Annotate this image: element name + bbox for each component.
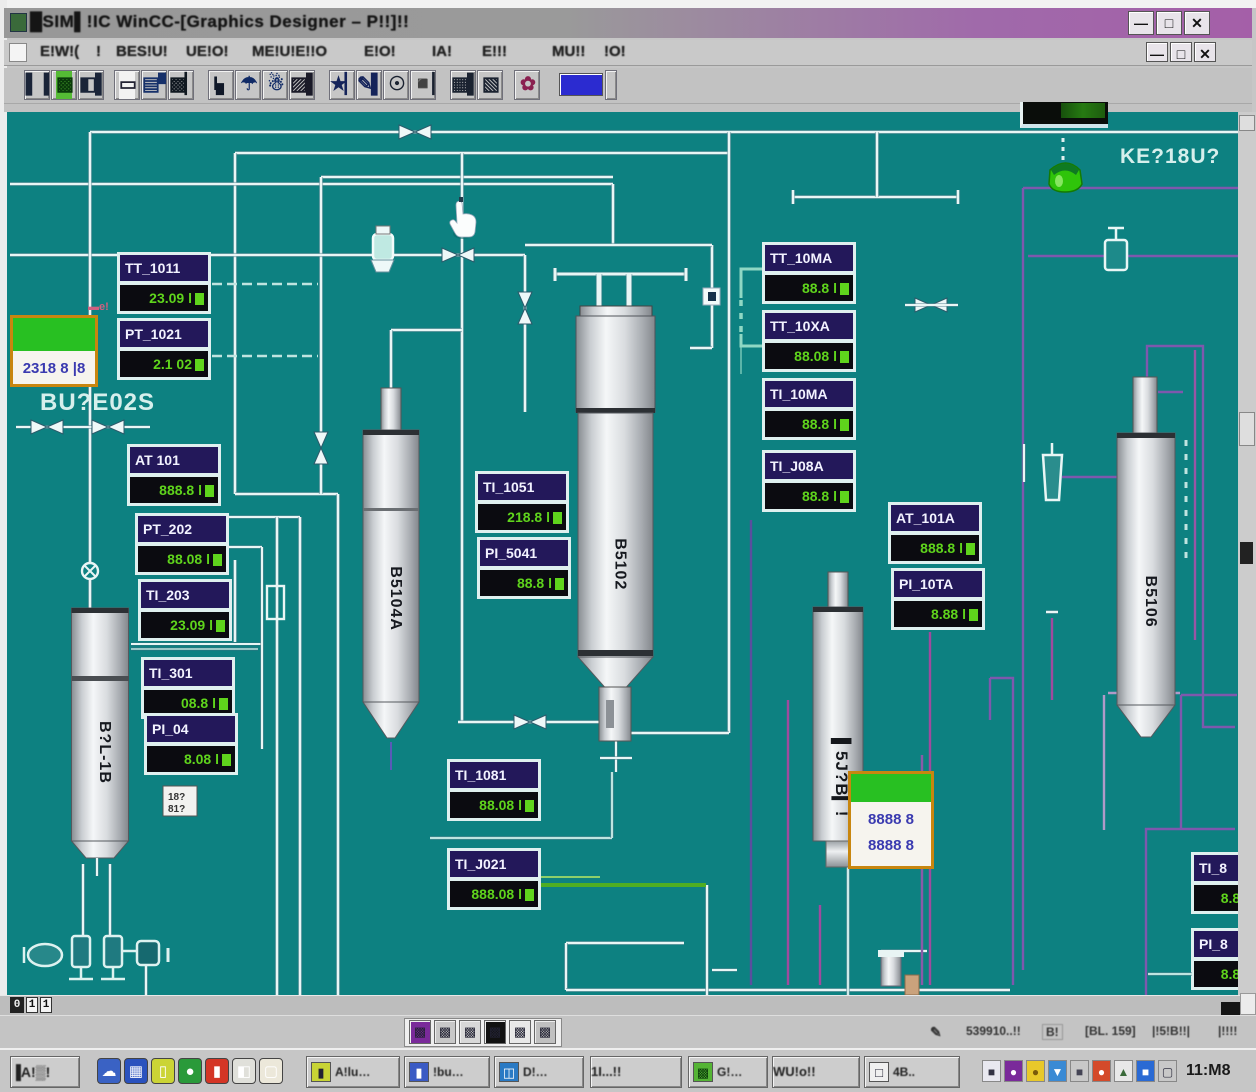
svg-text:PI_8: PI_8: [1199, 936, 1228, 952]
svg-text:2318 8 |8: 2318 8 |8: [23, 360, 86, 377]
svg-text:23.09 l: 23.09 l: [149, 290, 192, 306]
svg-text:88.8 l: 88.8 l: [802, 488, 837, 504]
svg-text:88.08 l: 88.08 l: [479, 797, 522, 813]
svg-text:TI_203: TI_203: [146, 587, 190, 603]
svg-text:TT_1011: TT_1011: [125, 260, 180, 276]
svg-text:B?L-1B: B?L-1B: [96, 721, 113, 784]
svg-text:88.8 l: 88.8 l: [517, 575, 552, 591]
svg-text:2.1 02: 2.1 02: [153, 356, 192, 372]
svg-text:TI_J08A: TI_J08A: [770, 458, 824, 474]
svg-text:PT_1021: PT_1021: [125, 326, 182, 342]
svg-text:TI_1081: TI_1081: [455, 767, 507, 783]
svg-text:88.08 l: 88.08 l: [794, 348, 837, 364]
svg-text:PI_04: PI_04: [152, 721, 189, 737]
svg-text:TI_301: TI_301: [149, 665, 193, 681]
svg-text:8888 8: 8888 8: [868, 811, 914, 828]
svg-text:8888 8: 8888 8: [868, 837, 914, 854]
svg-text:TI_1051: TI_1051: [483, 479, 535, 495]
svg-text:AT 101: AT 101: [135, 452, 180, 468]
svg-text:88.8 l: 88.8 l: [802, 280, 837, 296]
svg-text:TI_8: TI_8: [1199, 860, 1227, 876]
svg-text:888.8 l: 888.8 l: [159, 482, 202, 498]
svg-text:BU?E02S: BU?E02S: [40, 389, 155, 416]
svg-text:88.8 l: 88.8 l: [802, 416, 837, 432]
svg-text:TI_J021: TI_J021: [455, 856, 507, 872]
svg-text:PI_5041: PI_5041: [485, 545, 537, 561]
svg-text:TT_10MA: TT_10MA: [770, 250, 832, 266]
svg-text:8.8 l: 8.8 l: [1221, 890, 1238, 906]
svg-text:8.88 l: 8.88 l: [931, 606, 966, 622]
svg-text:18?: 18?: [168, 792, 185, 803]
svg-text:888.08 l: 888.08 l: [471, 886, 522, 902]
svg-text:PI_10TA: PI_10TA: [899, 576, 953, 592]
svg-text:B5106: B5106: [1142, 576, 1159, 628]
svg-text:8.08 l: 8.08 l: [184, 751, 219, 767]
svg-text:218.8 l: 218.8 l: [507, 509, 550, 525]
svg-text:TI_10MA: TI_10MA: [770, 386, 828, 402]
svg-text:PT_202: PT_202: [143, 521, 192, 537]
svg-text:B5102: B5102: [612, 538, 629, 590]
svg-text:TT_10XA: TT_10XA: [770, 318, 830, 334]
svg-text:88.08 l: 88.08 l: [167, 551, 210, 567]
svg-text:B5104A: B5104A: [387, 566, 404, 631]
svg-text:KE?18U?: KE?18U?: [1120, 145, 1220, 168]
svg-text:08.8 l: 08.8 l: [181, 695, 216, 711]
svg-text:81?: 81?: [168, 804, 185, 815]
svg-text:▬e!: ▬e!: [88, 301, 109, 313]
svg-text:8.8 l: 8.8 l: [1221, 966, 1238, 982]
svg-text:23.09 l: 23.09 l: [170, 617, 213, 633]
svg-text:AT_101A: AT_101A: [896, 510, 955, 526]
svg-text:888.8 l: 888.8 l: [920, 540, 963, 556]
